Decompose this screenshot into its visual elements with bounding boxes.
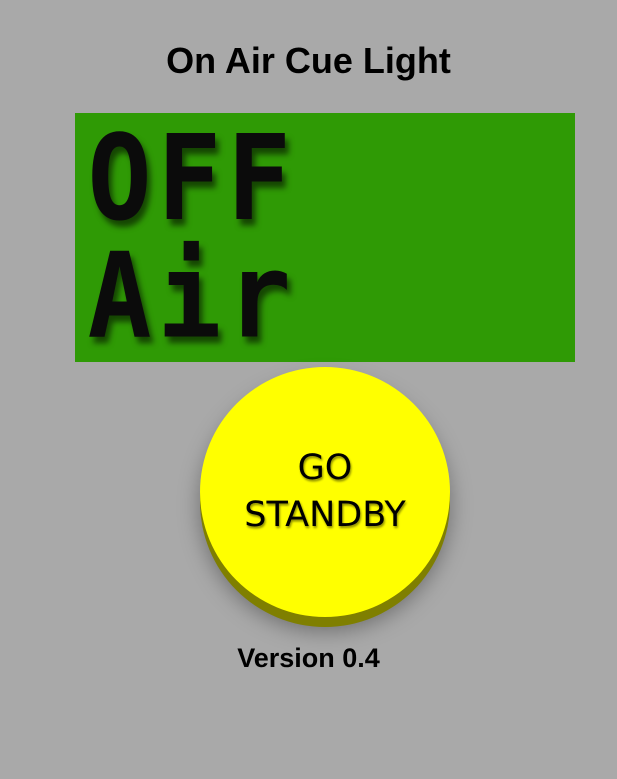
cue-button-label-line2: STANDBY [244,495,406,535]
on-air-status-panel: OFF Air [75,113,575,362]
go-standby-button[interactable]: GO STANDBY [200,367,450,617]
cue-button-label-line1: GO [297,447,353,488]
version-label: Version 0.4 [237,643,380,673]
page-title: On Air Cue Light [166,40,451,81]
status-text: OFF Air [87,110,297,365]
